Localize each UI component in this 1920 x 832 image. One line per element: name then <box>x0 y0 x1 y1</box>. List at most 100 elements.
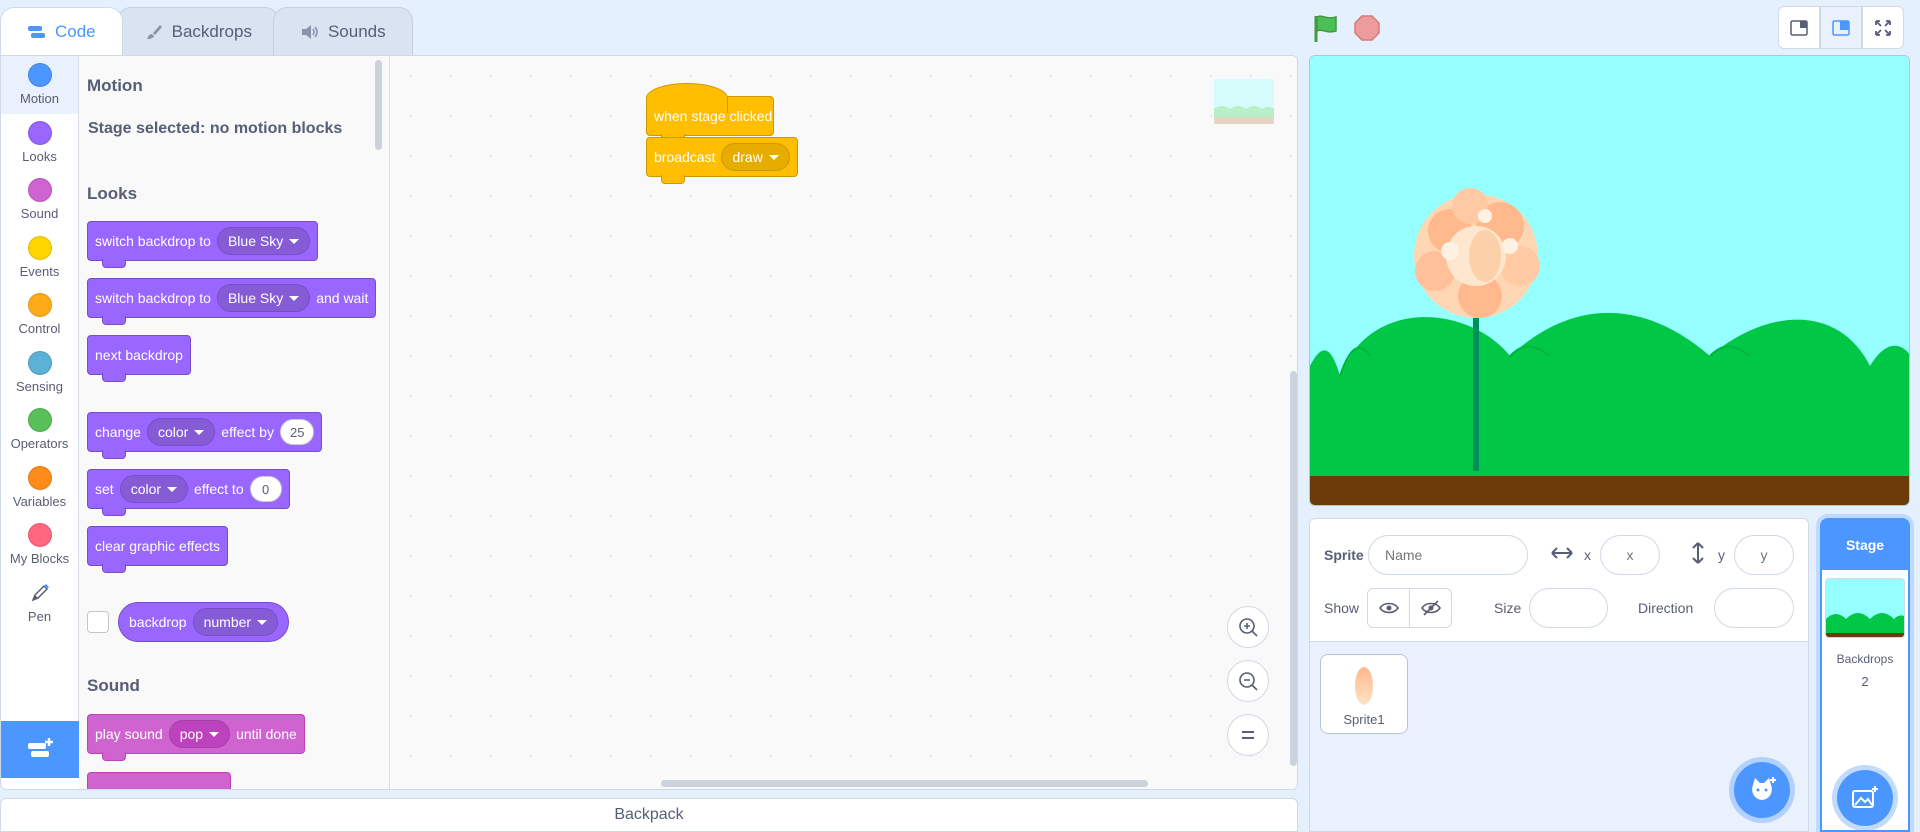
backdrop-dropdown[interactable]: Blue Sky <box>216 284 311 312</box>
equals-icon <box>1242 731 1254 739</box>
backdrop-reporter-checkbox[interactable] <box>87 611 109 633</box>
play-sound-until-done-block[interactable]: play sound pop until done <box>87 714 305 761</box>
category-looks[interactable]: Looks <box>1 114 78 172</box>
category-variables[interactable]: Variables <box>1 459 78 517</box>
image-add-icon <box>1852 786 1878 808</box>
backdrop-attribute-dropdown[interactable]: number <box>192 608 279 636</box>
backpack[interactable]: Backpack <box>0 798 1298 832</box>
size-field[interactable] <box>1529 588 1608 628</box>
backdrop-number-reporter[interactable]: backdrop number <box>118 602 290 642</box>
speaker-icon <box>300 24 320 40</box>
events-dot-icon <box>27 235 52 260</box>
workspace-vertical-scrollbar[interactable] <box>1290 371 1297 766</box>
set-effect-block[interactable]: set color effect to 0 <box>87 469 290 516</box>
dropdown-value: color <box>130 481 162 497</box>
brush-icon <box>144 24 164 40</box>
sprite-list: Sprite1 <box>1309 642 1809 832</box>
add-extension-icon <box>28 737 53 757</box>
x-position-field[interactable] <box>1600 535 1660 575</box>
normal-stage-button[interactable] <box>1820 6 1862 49</box>
category-motion[interactable]: Motion <box>1 56 78 114</box>
tab-backdrops[interactable]: Backdrops <box>116 7 279 55</box>
operators-dot-icon <box>27 408 52 433</box>
dropdown-value: pop <box>179 726 204 742</box>
stop-button[interactable] <box>1353 14 1381 42</box>
block-text: when stage clicked <box>654 108 773 124</box>
direction-field[interactable] <box>1714 588 1794 628</box>
add-extension-button[interactable] <box>1 721 79 778</box>
tab-backdrops-label: Backdrops <box>171 21 252 41</box>
block-text: and wait <box>316 290 369 306</box>
stage-canvas[interactable] <box>1309 55 1910 506</box>
message-dropdown[interactable]: draw <box>721 143 790 171</box>
category-my-blocks[interactable]: My Blocks <box>1 516 78 574</box>
sprite-tile[interactable]: Sprite1 <box>1320 654 1408 734</box>
palette-scrollbar[interactable] <box>375 60 382 150</box>
category-label: Pen <box>27 608 52 624</box>
dropdown-value: Blue Sky <box>227 290 284 306</box>
eye-slash-icon <box>1420 600 1441 616</box>
show-sprite-button[interactable] <box>1367 588 1410 628</box>
change-effect-block[interactable]: change color effect by 25 <box>87 412 323 459</box>
y-label: y <box>1718 547 1725 563</box>
tab-code[interactable]: Code <box>0 7 123 55</box>
switch-backdrop-and-wait-block[interactable]: switch backdrop to Blue Sky and wait <box>87 278 377 325</box>
block-text: switch backdrop to <box>95 233 211 249</box>
effect-value-input[interactable]: 0 <box>249 476 282 502</box>
category-sensing[interactable]: Sensing <box>1 344 78 402</box>
hide-sprite-button[interactable] <box>1409 588 1452 628</box>
start-sound-block[interactable] <box>87 772 231 789</box>
category-control[interactable]: Control <box>1 286 78 344</box>
add-sprite-button[interactable] <box>1734 762 1790 818</box>
block-text: switch backdrop to <box>95 290 211 306</box>
block-palette: Motion Stage selected: no motion blocks … <box>79 56 390 789</box>
switch-backdrop-block[interactable]: switch backdrop to Blue Sky <box>87 221 319 268</box>
green-flag-button[interactable] <box>1310 12 1342 44</box>
category-label: Operators <box>10 436 69 452</box>
backdrop-dropdown[interactable]: Blue Sky <box>216 227 311 255</box>
zoom-out-icon <box>1239 672 1258 691</box>
size-label: Size <box>1494 600 1522 616</box>
stage-scene <box>1310 56 1909 505</box>
zoom-out-button[interactable] <box>1227 660 1269 702</box>
sound-dropdown[interactable]: pop <box>168 720 231 748</box>
block-text: backdrop <box>129 614 187 630</box>
block-text: until done <box>236 726 297 742</box>
sprite-name-field[interactable] <box>1368 535 1528 575</box>
stage-selector[interactable]: Stage Backdrops 2 <box>1820 518 1910 832</box>
workspace-horizontal-scrollbar[interactable] <box>661 780 1148 787</box>
clear-graphic-effects-block[interactable]: clear graphic effects <box>87 526 229 573</box>
category-operators[interactable]: Operators <box>1 401 78 459</box>
dropdown-value: draw <box>732 149 763 165</box>
category-events[interactable]: Events <box>1 229 78 287</box>
when-stage-clicked-block[interactable]: when stage clicked <box>646 83 774 143</box>
effect-dropdown[interactable]: color <box>146 418 216 446</box>
sound-heading: Sound <box>87 676 140 695</box>
effect-dropdown[interactable]: color <box>119 475 189 503</box>
next-backdrop-block[interactable]: next backdrop <box>87 335 191 382</box>
direction-label: Direction <box>1638 600 1694 616</box>
category-pen[interactable]: Pen <box>1 574 78 632</box>
chevron-down-icon <box>257 619 268 625</box>
backdrops-count: 2 <box>1861 674 1869 689</box>
backdrop-thumbnail <box>1825 578 1905 638</box>
add-backdrop-button[interactable] <box>1837 770 1893 826</box>
y-position-field[interactable] <box>1734 535 1794 575</box>
block-text: next backdrop <box>95 347 183 363</box>
zoom-in-button[interactable] <box>1227 606 1269 648</box>
category-label: Sensing <box>16 378 63 394</box>
category-sound[interactable]: Sound <box>1 171 78 229</box>
block-text: effect by <box>221 424 274 440</box>
fullscreen-icon <box>1875 19 1891 36</box>
tab-sounds[interactable]: Sounds <box>272 7 413 55</box>
motion-note: Stage selected: no motion blocks <box>88 120 343 137</box>
small-stage-button[interactable] <box>1778 6 1820 49</box>
tab-sounds-label: Sounds <box>327 21 386 41</box>
script-workspace[interactable]: when stage clicked broadcast draw <box>391 56 1297 789</box>
broadcast-block[interactable]: broadcast draw <box>646 137 798 184</box>
effect-amount-input[interactable]: 25 <box>279 419 315 445</box>
stage-title: Stage <box>1822 520 1908 570</box>
fullscreen-button[interactable] <box>1862 6 1904 49</box>
zoom-reset-button[interactable] <box>1227 714 1269 756</box>
sensing-dot-icon <box>27 350 52 375</box>
